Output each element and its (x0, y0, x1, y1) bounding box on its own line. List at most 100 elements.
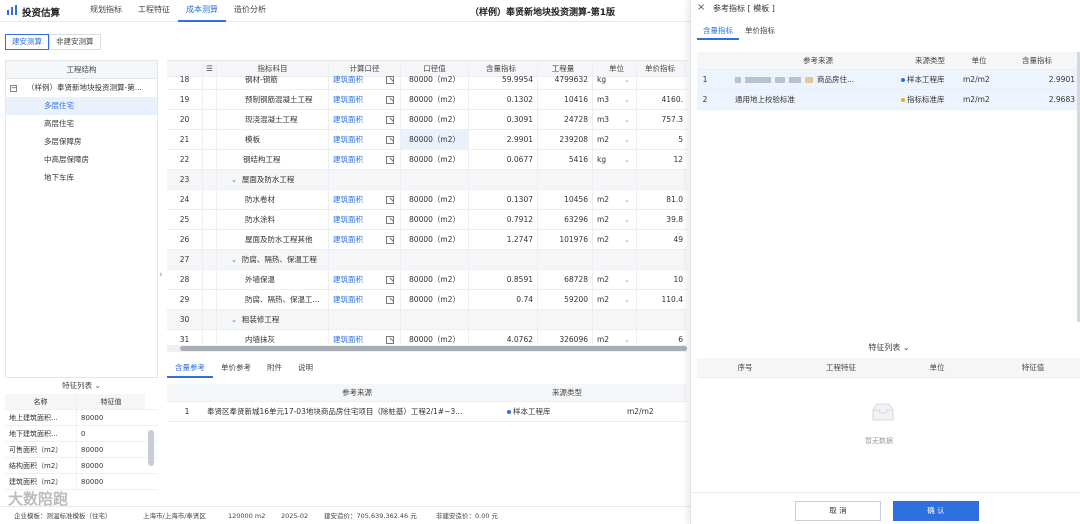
tree-item-midrise-affordable[interactable]: 中高层保障房 (6, 151, 157, 169)
tab-notes[interactable]: 说明 (290, 360, 321, 378)
tree-item-highrise-housing[interactable]: 高层住宅 (6, 115, 157, 133)
chevron-down-icon[interactable]: ⌄ (624, 110, 630, 129)
formula-edit-icon[interactable] (386, 96, 394, 104)
chevron-down-icon[interactable]: ⌄ (624, 290, 630, 309)
chevron-down-icon: ⌄ (94, 381, 101, 390)
table-row[interactable]: 20 现浇混凝土工程 建筑面积 80000（m2） 0.3091 24728 m3 ⌄ 757.… (167, 110, 687, 130)
grid-hscroll-thumb[interactable] (180, 346, 687, 351)
status-construction-cost: 建安造价：705,639,362.46 元 (324, 512, 417, 520)
app-title: 投资估算 (22, 8, 61, 19)
tab-attachments[interactable]: 附件 (259, 360, 290, 378)
chevron-down-icon[interactable]: ⌄ (231, 176, 237, 184)
table-row[interactable]: 31 内墙抹灰 建筑面积 80000（m2） 4.0762 326096 m2 ⌄ 6 (167, 330, 687, 345)
table-row[interactable]: 27 ⌄ 防腐、隔热、保温工程 (167, 250, 687, 270)
nav-planning[interactable]: 规划指标 (82, 0, 130, 22)
collapse-left-icon[interactable]: ‹ (159, 270, 163, 280)
table-row[interactable]: 2 通用地上校验标准 指标标准库 m2/m2 2.9683 (697, 90, 1080, 110)
empty-state-text: 暂无数据 (865, 437, 893, 445)
structure-header: 工程结构 (6, 61, 157, 79)
cost-grid: ☰ 指标科目 计算口径 口径值 含量指标 工程量 单位 单价指标 18 钢材-钢筋… (167, 60, 687, 345)
nav-cost-analysis[interactable]: 造价分析 (226, 0, 274, 22)
redacted-block (789, 77, 801, 83)
formula-edit-icon[interactable] (386, 136, 394, 144)
feature-scrollbar[interactable] (148, 430, 154, 466)
table-row[interactable]: 1 商品房住... 样本工程库 m2/m2 2.9901 (697, 70, 1080, 90)
chevron-down-icon: ⌄ (902, 343, 910, 352)
chevron-down-icon[interactable]: ⌄ (624, 210, 630, 229)
document-title: （样例）奉贤新地块投资测算-第1版 (470, 8, 615, 18)
chevron-down-icon[interactable]: ⌄ (624, 70, 630, 89)
close-icon[interactable]: × (697, 2, 705, 13)
feature-list-title[interactable]: 特征列表 ⌄ (697, 342, 1080, 353)
table-row[interactable]: 30 ⌄ 粗装修工程 (167, 310, 687, 330)
table-row[interactable]: 1 奉贤区奉贤新城16单元17-03地块商品房住宅项目（除桩基）工程2/1#~3… (167, 402, 687, 422)
feature-list-title[interactable]: 特征列表 ⌄ (5, 378, 158, 394)
formula-edit-icon[interactable] (386, 156, 394, 164)
cancel-button[interactable]: 取 消 (795, 501, 881, 521)
table-row[interactable]: 26 屋面及防水工程其他 建筑面积 80000（m2） 1.2747 101976 m2 ⌄ 4… (167, 230, 687, 250)
status-date: 2025-02 (281, 512, 309, 520)
formula-edit-icon[interactable] (386, 216, 394, 224)
table-row[interactable]: 21 模板 建筑面积 80000（m2） 2.9901 239208 m2 ⌄ 5 (167, 130, 687, 150)
status-template: 企业模板：测温标准模板（住宅） (14, 512, 112, 520)
chevron-down-icon[interactable]: ⌄ (624, 130, 630, 149)
chevron-down-icon[interactable]: ⌄ (231, 316, 237, 324)
table-row[interactable]: 24 防水卷材 建筑面积 80000（m2） 0.1307 10456 m2 ⌄ 81.0 (167, 190, 687, 210)
formula-edit-icon[interactable] (386, 276, 394, 284)
status-area: 120000 m2 (228, 512, 266, 520)
feature-row[interactable]: 地上建筑面积... 80000 (5, 410, 158, 426)
status-location: 上海市/上海市/奉贤区 (143, 512, 206, 520)
type-dot-icon (901, 98, 905, 102)
reference-tabs: 含量参考 单价参考 附件 说明 (167, 360, 321, 378)
feature-list-panel: 特征列表 ⌄ 名称 特征值 地上建筑面积... 80000 地下建筑面积... 0 可售… (5, 377, 158, 502)
table-row[interactable]: 29 防腐、隔热、保温工... 建筑面积 80000（m2） 0.74 59200 m2 ⌄ 1… (167, 290, 687, 310)
redacted-block (735, 77, 741, 83)
table-row[interactable]: 18 钢材-钢筋 建筑面积 80000（m2） 59.9954 4799632 kg ⌄ (167, 70, 687, 90)
chevron-down-icon[interactable]: ⌄ (231, 256, 237, 264)
formula-edit-icon[interactable] (386, 296, 394, 304)
nav-cost-calc[interactable]: 成本测算 (178, 0, 226, 22)
chevron-down-icon[interactable]: ⌄ (624, 190, 630, 209)
tab-construction-calc[interactable]: 建安测算 (5, 34, 49, 50)
feature-row[interactable]: 地下建筑面积... 0 (5, 426, 158, 442)
reference-index-table: 参考来源 来源类型 单位 含量指标 1 商品房住... 样本工程库 m2/m2 … (697, 52, 1080, 110)
chevron-down-icon[interactable]: ⌄ (624, 270, 630, 289)
nav-features[interactable]: 工程特征 (130, 0, 178, 22)
tree-root[interactable]: − （样例）奉贤新地块投资测算-第... (6, 79, 157, 97)
tree-item-multistory-affordable[interactable]: 多层保障房 (6, 133, 157, 151)
table-row[interactable]: 22 钢结构工程 建筑面积 80000（m2） 0.0677 5416 kg ⌄ 12 (167, 150, 687, 170)
tab-price-reference[interactable]: 单价参考 (213, 360, 259, 378)
feature-row[interactable]: 可售面积（m2） 80000 (5, 442, 158, 458)
formula-edit-icon[interactable] (386, 336, 394, 344)
empty-box-icon (872, 403, 894, 421)
tree-item-underground-garage[interactable]: 地下车库 (6, 169, 157, 187)
status-non-construction-cost: 非建安造价：0.00 元 (436, 512, 499, 520)
formula-edit-icon[interactable] (386, 196, 394, 204)
confirm-button[interactable]: 确 认 (893, 501, 979, 521)
formula-edit-icon[interactable] (386, 76, 394, 84)
formula-edit-icon[interactable] (386, 116, 394, 124)
type-dot-icon (901, 78, 905, 82)
table-row[interactable]: 28 外墙保温 建筑面积 80000（m2） 0.8591 68728 m2 ⌄ 10 (167, 270, 687, 290)
table-row[interactable]: 23 ⌄ 屋面及防水工程 (167, 170, 687, 190)
sub-tabs: 建安测算 非建安测算 (5, 34, 101, 50)
tab-content-index[interactable]: 含量指标 (697, 24, 739, 40)
feature-row[interactable]: 结构面积（m2） 80000 (5, 458, 158, 474)
type-dot-icon (507, 410, 511, 414)
chevron-down-icon[interactable]: ⌄ (624, 150, 630, 169)
tab-non-construction-calc[interactable]: 非建安测算 (49, 34, 101, 50)
reference-index-panel: × 参考指标 [ 模板 ] 含量指标 单价指标 参考来源 来源类型 单位 含量指… (690, 0, 1080, 524)
chevron-down-icon[interactable]: ⌄ (624, 230, 630, 249)
tab-price-index[interactable]: 单价指标 (739, 24, 781, 40)
tab-content-reference[interactable]: 含量参考 (167, 360, 213, 378)
panel-title: 参考指标 [ 模板 ] (713, 4, 775, 13)
collapse-icon[interactable]: − (10, 84, 17, 92)
chevron-down-icon[interactable]: ⌄ (624, 90, 630, 109)
reference-table-header: 参考来源 来源类型 (167, 384, 687, 402)
formula-edit-icon[interactable] (386, 236, 394, 244)
table-row[interactable]: 25 防水涂料 建筑面积 80000（m2） 0.7912 63296 m2 ⌄ 39.8 (167, 210, 687, 230)
table-row[interactable]: 19 预制钢筋混凝土工程 建筑面积 80000（m2） 0.1302 10416 m3 ⌄ 41… (167, 90, 687, 110)
status-bar: 企业模板：测温标准模板（住宅） 上海市/上海市/奉贤区 120000 m2 20… (0, 506, 690, 524)
chevron-down-icon[interactable]: ⌄ (624, 330, 630, 345)
tree-item-multistory-housing[interactable]: 多层住宅 (6, 97, 157, 115)
